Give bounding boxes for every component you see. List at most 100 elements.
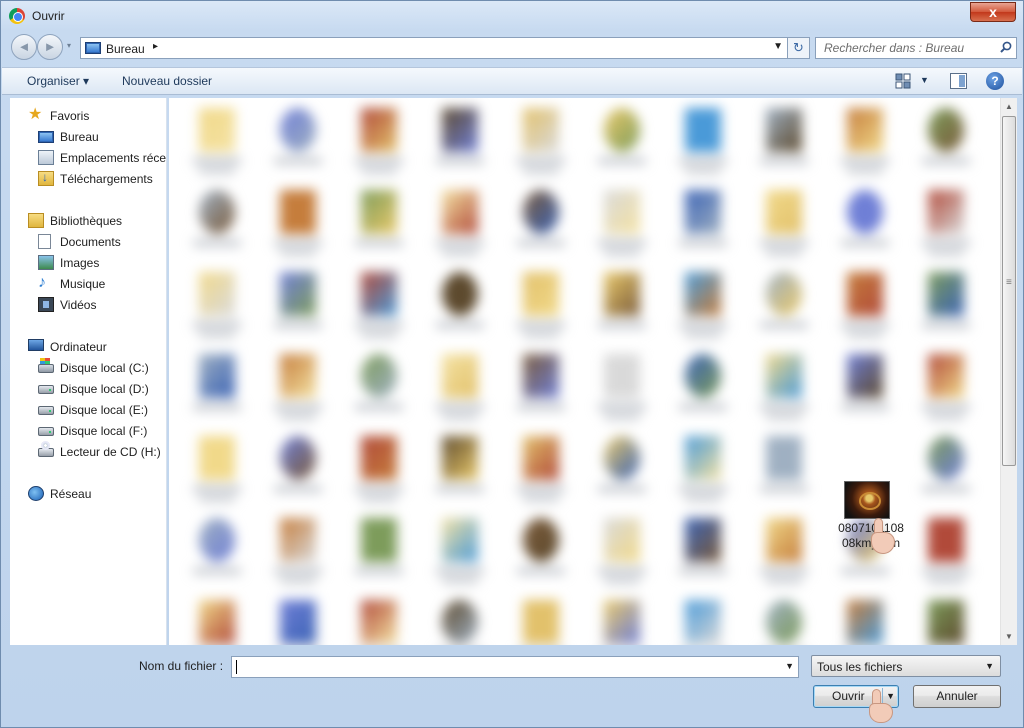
window-title: Ouvrir xyxy=(32,9,65,23)
search-icon[interactable] xyxy=(1000,41,1012,53)
document-icon xyxy=(38,234,51,249)
blurred-file-item xyxy=(592,102,652,176)
hand-pointer-icon xyxy=(865,689,895,727)
blurred-thumbnail xyxy=(928,600,964,644)
blurred-thumbnail xyxy=(685,354,721,398)
blurred-caption xyxy=(922,322,970,328)
scroll-up-button[interactable]: ▲ xyxy=(1001,98,1017,115)
blurred-caption xyxy=(274,486,322,492)
forward-button[interactable]: ► xyxy=(37,34,63,60)
file-thumbnail xyxy=(844,481,890,519)
blurred-thumbnail xyxy=(766,436,802,480)
blurred-file-item xyxy=(430,348,490,422)
blurred-file-item xyxy=(754,184,814,258)
scroll-down-button[interactable]: ▼ xyxy=(1001,628,1017,645)
blurred-thumbnail xyxy=(766,600,802,644)
address-bar[interactable]: Bureau ▸ ▼ xyxy=(80,37,788,59)
cancel-button[interactable]: Annuler xyxy=(913,685,1001,708)
vertical-scrollbar[interactable]: ▲ ▼ xyxy=(1000,98,1017,645)
blurred-caption xyxy=(841,568,889,574)
blurred-caption xyxy=(361,168,397,174)
preview-pane-icon[interactable] xyxy=(950,73,967,89)
blurred-caption xyxy=(598,322,646,328)
filename-dropdown-icon[interactable]: ▼ xyxy=(785,661,794,671)
blurred-caption xyxy=(199,496,235,502)
filename-input[interactable] xyxy=(232,657,778,677)
sidebar-item-label: Images xyxy=(60,256,100,270)
blurred-thumbnail xyxy=(766,108,802,152)
star-icon: ★ xyxy=(28,106,43,123)
blurred-caption xyxy=(679,486,727,492)
search-input[interactable] xyxy=(816,38,996,58)
blurred-caption xyxy=(355,568,403,574)
open-file-dialog: Ouvrir x ◄ ► ▾ Bureau ▸ ▼ ↻ Organiser ▾ … xyxy=(0,0,1024,728)
close-button[interactable]: x xyxy=(970,2,1016,22)
blurred-caption xyxy=(274,240,322,246)
blurred-file-item xyxy=(673,594,733,645)
blurred-file-item xyxy=(592,512,652,586)
view-dropdown-icon[interactable]: ▼ xyxy=(920,75,929,85)
blurred-file-item xyxy=(511,430,571,504)
blurred-caption xyxy=(760,486,808,492)
blurred-caption xyxy=(355,240,403,246)
blurred-caption xyxy=(760,404,808,410)
blurred-thumbnail xyxy=(685,518,721,562)
blurred-caption xyxy=(193,240,241,246)
blurred-thumbnail xyxy=(442,190,478,234)
scrollbar-thumb[interactable] xyxy=(1002,116,1016,466)
blurred-thumbnail xyxy=(442,354,478,398)
file-type-filter-select[interactable]: Tous les fichiers ▼ xyxy=(811,655,1001,677)
blurred-thumbnail xyxy=(280,190,316,234)
filter-dropdown-icon[interactable]: ▼ xyxy=(985,661,994,671)
blurred-file-item xyxy=(268,430,328,504)
sidebar-item-label: Disque local (E:) xyxy=(60,403,149,417)
text-caret xyxy=(236,660,237,674)
blurred-caption xyxy=(361,496,397,502)
blurred-thumbnail xyxy=(361,108,397,152)
blurred-thumbnail xyxy=(766,354,802,398)
blurred-caption xyxy=(760,322,808,328)
blurred-caption xyxy=(847,168,883,174)
blurred-file-item xyxy=(187,512,247,586)
blurred-thumbnail xyxy=(847,272,883,316)
blurred-caption xyxy=(841,240,889,246)
organize-menu-button[interactable]: Organiser ▾ xyxy=(27,74,89,88)
refresh-button[interactable]: ↻ xyxy=(788,37,810,59)
recent-locations-dropdown-icon[interactable]: ▾ xyxy=(67,41,71,50)
blurred-caption xyxy=(199,332,235,338)
blurred-thumbnail xyxy=(928,108,964,152)
filename-combobox[interactable]: ▼ xyxy=(231,656,799,678)
blurred-caption xyxy=(841,158,889,164)
blurred-thumbnail xyxy=(847,354,883,398)
blurred-caption xyxy=(928,578,964,584)
new-folder-button[interactable]: Nouveau dossier xyxy=(122,74,212,88)
blurred-file-item xyxy=(187,348,247,422)
blurred-thumbnail xyxy=(604,600,640,644)
blurred-caption xyxy=(841,322,889,328)
file-list-view[interactable]: 0807101108 08kmyfc3n xyxy=(169,98,1000,645)
blurred-caption xyxy=(517,158,565,164)
blurred-file-item xyxy=(511,102,571,176)
blurred-file-item xyxy=(268,184,328,258)
blurred-file-item xyxy=(916,266,976,340)
cd-drive-icon xyxy=(38,441,54,457)
blurred-thumbnail xyxy=(442,272,478,316)
address-chevron-icon[interactable]: ▸ xyxy=(153,41,158,52)
back-button[interactable]: ◄ xyxy=(11,34,37,60)
address-location[interactable]: Bureau xyxy=(106,42,145,56)
help-icon[interactable]: ? xyxy=(986,72,1004,90)
blurred-file-item xyxy=(187,102,247,176)
sidebar-item-label: Vidéos xyxy=(60,298,97,312)
blurred-file-item xyxy=(673,102,733,176)
view-options-icon[interactable] xyxy=(895,73,911,89)
blurred-caption xyxy=(679,568,727,574)
blurred-caption xyxy=(436,158,484,164)
title-bar[interactable]: Ouvrir x xyxy=(1,1,1023,31)
blurred-file-item xyxy=(268,512,328,586)
blurred-caption xyxy=(436,240,484,246)
open-button-label: Ouvrir xyxy=(832,689,865,703)
search-box[interactable] xyxy=(815,37,1017,59)
address-dropdown-icon[interactable]: ▼ xyxy=(773,41,783,52)
file-type-filter-value: Tous les fichiers xyxy=(817,660,903,674)
blurred-file-item xyxy=(835,594,895,645)
